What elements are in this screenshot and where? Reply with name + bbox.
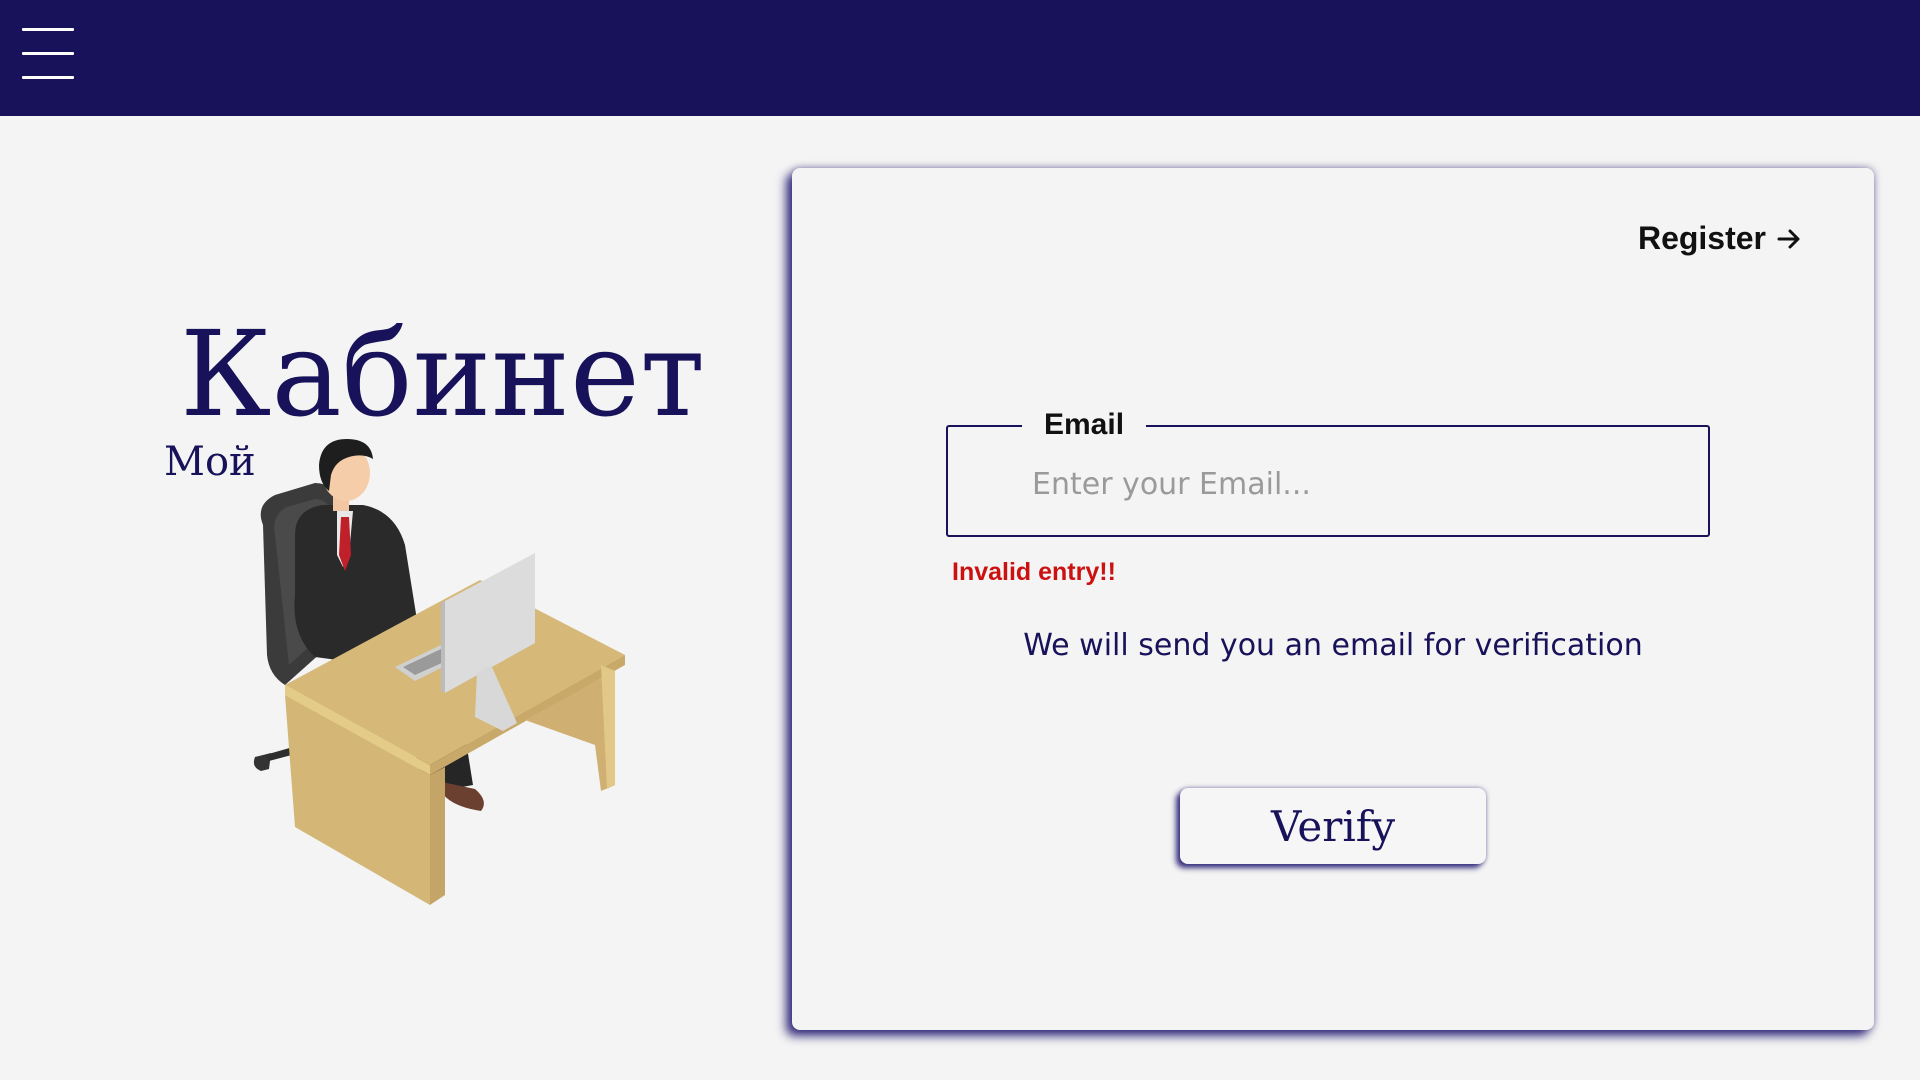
menu-line [22, 52, 74, 55]
man-at-desk-illustration [253, 439, 625, 905]
top-nav-bar [0, 0, 1920, 116]
verification-hint: We will send you an email for verificati… [1023, 628, 1643, 663]
register-link[interactable]: Register [1638, 220, 1802, 257]
email-field-container: Email [946, 409, 1710, 537]
verify-button[interactable]: Verify [1180, 788, 1486, 864]
menu-line [22, 76, 74, 79]
brand-title: Кабинет [180, 305, 706, 443]
menu-line [22, 28, 74, 31]
arrow-right-icon [1777, 229, 1800, 248]
hamburger-menu-icon[interactable] [22, 26, 74, 82]
register-label: Register [1637, 220, 1766, 256]
email-input[interactable] [1030, 455, 1674, 513]
error-message: Invalid entry!! [952, 558, 1116, 586]
brand-subtitle: Мой [164, 439, 256, 485]
email-label: Email [1022, 409, 1147, 441]
verification-card: Register Email Invalid entry!! We will s… [792, 168, 1874, 1030]
